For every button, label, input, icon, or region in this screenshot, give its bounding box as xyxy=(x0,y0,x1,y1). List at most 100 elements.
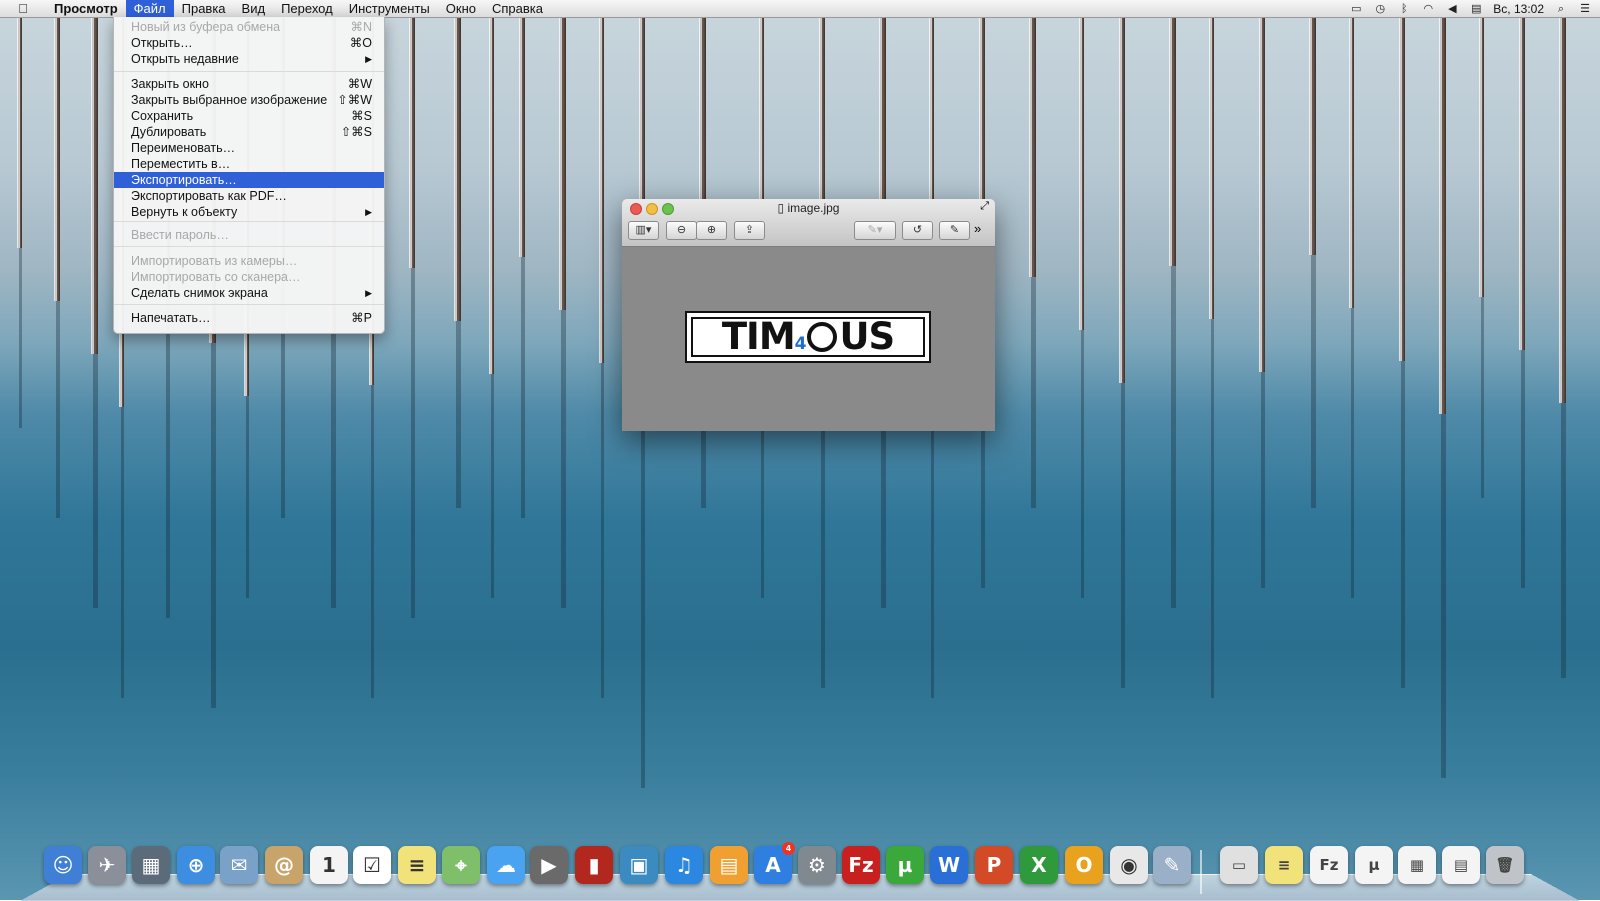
dock-icon-system-preferences[interactable]: ⚙ xyxy=(798,846,836,884)
wifi-icon[interactable]: ◠ xyxy=(1421,3,1435,15)
menu-item[interactable]: Экспортировать как PDF… xyxy=(114,188,384,204)
menu-item-label: Импортировать из камеры… xyxy=(131,254,298,268)
menu-file[interactable]: Файл xyxy=(125,0,174,17)
fullscreen-icon[interactable]: ⤢ xyxy=(980,200,989,213)
dock-icon-mail[interactable]: ✉ xyxy=(220,846,258,884)
tree-reflection xyxy=(1521,350,1525,588)
tree-reflection xyxy=(1561,403,1566,678)
notification-center-icon[interactable]: ☰ xyxy=(1578,3,1592,15)
document-icon: ▯ xyxy=(777,201,785,215)
dock-icon-ibooks[interactable]: ▤ xyxy=(710,846,748,884)
dock-icon-downloads4[interactable]: ▤ xyxy=(1442,846,1480,884)
menu-item[interactable]: Открыть недавние ▶ xyxy=(114,51,384,67)
airplay-icon[interactable]: ▭ xyxy=(1349,3,1363,15)
dock-icon-downloads1[interactable]: Fz xyxy=(1310,846,1348,884)
more-toolbar-icon[interactable]: » xyxy=(974,221,981,236)
dock-icon-trash[interactable]: 🗑 xyxy=(1486,846,1524,884)
dock-icon-notes[interactable]: ≡ xyxy=(398,846,436,884)
dock-icon-maps[interactable]: ⌖ xyxy=(442,846,480,884)
dock-icon-finder[interactable]: ☺ xyxy=(44,846,82,884)
menu-item[interactable]: Переименовать… xyxy=(114,140,384,156)
menu-help[interactable]: Справка xyxy=(484,0,551,17)
menu-shortcut: ⌘S xyxy=(351,109,372,123)
dock-icon-facetime[interactable]: ▶ xyxy=(530,846,568,884)
menu-separator xyxy=(114,221,384,222)
menu-tools[interactable]: Инструменты xyxy=(341,0,438,17)
menu-item[interactable]: Открыть… ⌘O xyxy=(114,35,384,51)
menu-view[interactable]: Вид xyxy=(234,0,274,17)
dock-icon-downloads3[interactable]: ▦ xyxy=(1398,846,1436,884)
tree-reflection xyxy=(331,332,336,608)
tree-trunk xyxy=(1559,18,1566,403)
dock-icon-chrome[interactable]: ◉ xyxy=(1110,846,1148,884)
dock-icon-utorrent[interactable]: µ xyxy=(886,846,924,884)
dock-icon-photo-booth[interactable]: ▮ xyxy=(575,846,613,884)
menu-go[interactable]: Переход xyxy=(273,0,341,17)
menu-edit[interactable]: Правка xyxy=(174,0,234,17)
menu-app-name[interactable]: Просмотр xyxy=(46,0,126,17)
clock[interactable]: Вс, 13:02 xyxy=(1493,2,1544,16)
image-view[interactable]: TIM 4 US xyxy=(622,247,995,431)
menu-item[interactable]: Закрыть окно ⌘W xyxy=(114,76,384,92)
dock-icon-reminders[interactable]: ☑ xyxy=(353,846,391,884)
tree-reflection xyxy=(1481,297,1484,498)
dock-icon-notes2[interactable]: ≡ xyxy=(1265,846,1303,884)
time-machine-icon[interactable]: ◷ xyxy=(1373,3,1387,15)
volume-icon[interactable]: ◀ xyxy=(1445,3,1459,15)
dock-icon-mission-control[interactable]: ▦ xyxy=(132,846,170,884)
menu-item[interactable]: Вернуть к объекту ▶ xyxy=(114,204,384,220)
dock-icon-powerpoint[interactable]: P xyxy=(975,846,1013,884)
highlight-button[interactable]: ✎▾ xyxy=(854,221,896,240)
dock-icon-outlook[interactable]: O xyxy=(1065,846,1103,884)
menu-item-label: Открыть недавние xyxy=(131,52,239,66)
bluetooth-icon[interactable]: ᛒ xyxy=(1397,3,1411,15)
tree-reflection xyxy=(641,416,645,788)
share-button[interactable]: ⇪ xyxy=(734,221,765,240)
edit-button[interactable]: ✎ xyxy=(939,221,970,240)
dock-icon-downloads2[interactable]: µ xyxy=(1355,846,1393,884)
menu-item[interactable]: Напечатать… ⌘P xyxy=(114,310,384,326)
tree-reflection xyxy=(601,363,604,698)
dock-icon-contacts[interactable]: @ xyxy=(265,846,303,884)
tree-trunk xyxy=(1259,18,1265,372)
dock-icon-timous[interactable]: ▭ xyxy=(1220,846,1258,884)
dock-icon-messages[interactable]: ☁ xyxy=(487,846,525,884)
menu-item[interactable]: Закрыть выбранное изображение ⇧⌘W xyxy=(114,92,384,108)
menu-shortcut: ⌘N xyxy=(350,20,372,34)
dock-icon-preview[interactable]: ✎ xyxy=(1153,846,1191,884)
tree-reflection xyxy=(1031,277,1036,508)
dock-icon-iphoto[interactable]: ▣ xyxy=(620,846,658,884)
flag-us-icon[interactable]: ▤ xyxy=(1469,3,1483,15)
menu-item: Ввести пароль… xyxy=(114,227,384,243)
apple-icon[interactable]:  xyxy=(0,0,46,17)
zoom-in-button[interactable]: ⊕ xyxy=(696,221,727,240)
menu-item[interactable]: Экспортировать… xyxy=(114,172,384,188)
tree-reflection xyxy=(166,290,170,618)
dock-icon-itunes[interactable]: ♫ xyxy=(665,846,703,884)
menu-item-label: Экспортировать как PDF… xyxy=(131,189,287,203)
menu-item[interactable]: Переместить в… xyxy=(114,156,384,172)
tree-reflection xyxy=(246,396,249,598)
dock-icon-excel[interactable]: X xyxy=(1020,846,1058,884)
rotate-button[interactable]: ↺ xyxy=(902,221,933,240)
sidebar-view-button[interactable]: ▥▾ xyxy=(628,221,659,240)
spotlight-icon[interactable]: ⌕ xyxy=(1554,3,1568,15)
zoom-out-button[interactable]: ⊖ xyxy=(666,221,697,240)
dock-icon-word[interactable]: W xyxy=(930,846,968,884)
tree-trunk xyxy=(454,18,461,321)
dock-icon-launchpad[interactable]: ✈ xyxy=(88,846,126,884)
menu-window[interactable]: Окно xyxy=(438,0,484,17)
menu-item-label: Новый из буфера обмена xyxy=(131,20,281,34)
dock-icon-safari[interactable]: ⊕ xyxy=(177,846,215,884)
logo-image: TIM 4 US xyxy=(685,311,931,363)
dock-icon-calendar[interactable]: 1 xyxy=(310,846,348,884)
dock-icon-filezilla[interactable]: Fz xyxy=(842,846,880,884)
tree-trunk xyxy=(1079,18,1084,330)
tree-trunk xyxy=(17,18,22,248)
menu-item[interactable]: Сохранить ⌘S xyxy=(114,108,384,124)
menu-item[interactable]: Сделать снимок экрана ▶ xyxy=(114,285,384,301)
tree-reflection xyxy=(1401,361,1405,688)
menu-item[interactable]: Дублировать ⇧⌘S xyxy=(114,124,384,140)
dock-icon-app-store[interactable]: A4 xyxy=(754,842,795,884)
tree-trunk xyxy=(1349,18,1354,308)
